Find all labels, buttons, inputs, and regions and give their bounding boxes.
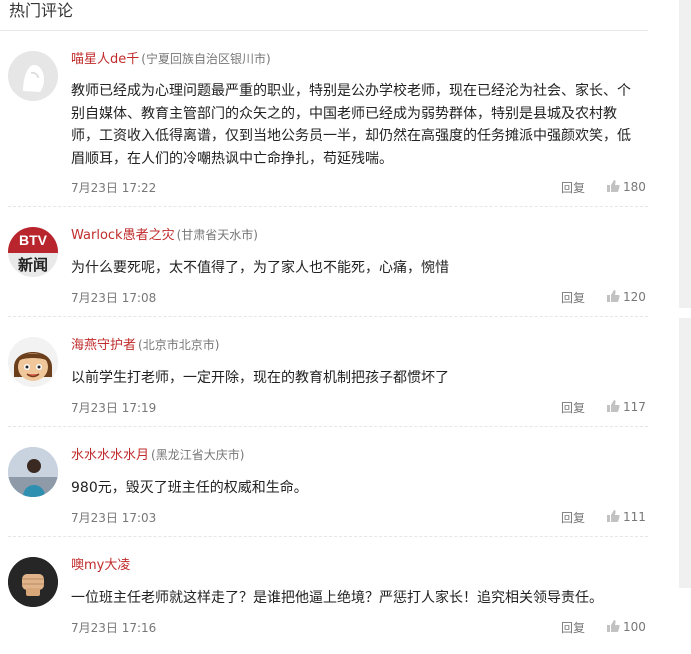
- news-logo-text: 新闻: [17, 256, 48, 274]
- comment-item: 噢my大凌 一位班主任老师就这样走了？是谁把他逼上绝境？严惩打人家长！追究相关领…: [0, 537, 648, 654]
- user-silhouette-icon: [8, 51, 58, 101]
- like-count: 111: [623, 510, 646, 524]
- like-button[interactable]: 111: [606, 509, 646, 524]
- user-location: (甘肃省天水市): [176, 228, 258, 242]
- comment-time: 7月23日 17:08: [71, 291, 157, 305]
- avatar[interactable]: [8, 447, 58, 497]
- username[interactable]: 噢my大凌: [71, 558, 130, 573]
- section-header: 热门评论: [0, 0, 648, 31]
- username[interactable]: 海燕守护者: [71, 338, 136, 353]
- btv-logo: BTV: [19, 232, 47, 248]
- comment-text: 一位班主任老师就这样走了？是谁把他逼上绝境？严惩打人家长！追究相关领导责任。: [71, 590, 603, 606]
- section-title: 热门评论: [9, 1, 74, 20]
- avatar[interactable]: [8, 51, 58, 101]
- comment-time: 7月23日 17:22: [71, 181, 157, 195]
- reply-button[interactable]: 回复: [561, 289, 585, 306]
- username[interactable]: 水水水水水月: [71, 448, 149, 463]
- avatar[interactable]: [8, 337, 58, 387]
- comment-text: 980元，毁灭了班主任的权威和生命。: [71, 480, 308, 496]
- like-count: 120: [623, 290, 646, 304]
- comment-text: 为什么要死呢，太不值得了，为了家人也不能死，心痛，惋惜: [71, 260, 449, 276]
- reply-button[interactable]: 回复: [561, 179, 585, 196]
- like-button[interactable]: 117: [606, 399, 646, 414]
- user-location: (北京市北京市): [138, 338, 220, 352]
- reply-button[interactable]: 回复: [561, 619, 585, 636]
- username[interactable]: 喵星人de千: [71, 52, 139, 67]
- comment-item: BTV 新闻 Warlock愚者之灾 (甘肃省天水市) 为什么要死呢，太不值得了，…: [0, 207, 648, 317]
- username[interactable]: Warlock愚者之灾: [71, 228, 175, 243]
- photo-avatar-icon: [8, 447, 58, 497]
- user-location: (黑龙江省大庆市): [151, 448, 245, 462]
- avatar[interactable]: [8, 557, 58, 607]
- comment-time: 7月23日 17:16: [71, 621, 157, 635]
- like-count: 100: [623, 620, 646, 634]
- thumbs-up-icon: [607, 510, 620, 522]
- like-button[interactable]: 100: [606, 619, 646, 634]
- like-count: 117: [623, 400, 646, 414]
- comment-item: 海燕守护者 (北京市北京市) 以前学生打老师，一定开除，现在的教育机制把孩子都惯坏…: [0, 317, 648, 427]
- cartoon-face-icon: [8, 337, 58, 387]
- comment-time: 7月23日 17:03: [71, 511, 157, 525]
- thumbs-up-icon: [607, 290, 620, 302]
- comment-text: 以前学生打老师，一定开除，现在的教育机制把孩子都惯坏了: [71, 370, 449, 386]
- right-rail-lower: [679, 318, 691, 588]
- fist-icon: [8, 557, 58, 607]
- comment-text: 教师已经成为心理问题最严重的职业，特别是公办学校老师，现在已经沦为社会、家长、个…: [71, 83, 631, 167]
- comment-time: 7月23日 17:19: [71, 401, 157, 415]
- like-count: 180: [623, 180, 646, 194]
- like-button[interactable]: 120: [606, 289, 646, 304]
- avatar[interactable]: BTV 新闻: [8, 227, 58, 277]
- user-location: (宁夏回族自治区银川市): [141, 52, 271, 66]
- thumbs-up-icon: [607, 400, 620, 412]
- like-button[interactable]: 180: [606, 179, 646, 194]
- thumbs-up-icon: [607, 620, 620, 632]
- reply-button[interactable]: 回复: [561, 509, 585, 526]
- right-rail: [679, 0, 691, 308]
- comment-item: 水水水水水月 (黑龙江省大庆市) 980元，毁灭了班主任的权威和生命。 7月23日…: [0, 427, 648, 537]
- comment-item: 喵星人de千 (宁夏回族自治区银川市) 教师已经成为心理问题最严重的职业，特别是公…: [0, 31, 648, 207]
- thumbs-up-icon: [607, 180, 620, 192]
- reply-button[interactable]: 回复: [561, 399, 585, 416]
